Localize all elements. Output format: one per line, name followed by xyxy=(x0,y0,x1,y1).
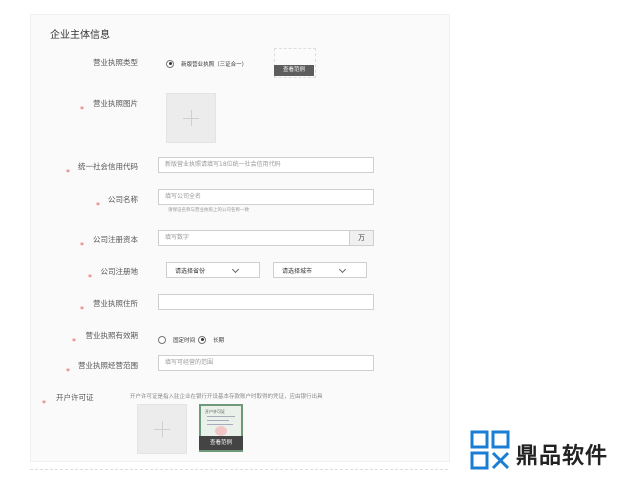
location-label: 公司注册地 xyxy=(100,267,139,276)
chevron-down-icon xyxy=(338,265,347,274)
chevron-down-icon xyxy=(231,265,240,274)
license-image-upload[interactable] xyxy=(166,93,216,143)
doc-line xyxy=(207,424,233,425)
capital-unit: 万 xyxy=(349,230,374,246)
address-label: 营业执照住所 xyxy=(93,299,138,308)
bottom-divider xyxy=(30,469,448,471)
required-star: * xyxy=(42,399,46,408)
province-select-value: 请选择省份 xyxy=(175,268,206,275)
plus-icon xyxy=(154,421,170,437)
company-name-label: 公司名称 xyxy=(108,195,138,204)
validity-fixed-label: 固定时间 xyxy=(173,337,196,344)
plus-icon xyxy=(183,110,199,126)
brand-logo-icon xyxy=(470,430,510,470)
capital-input[interactable]: 填写数字 xyxy=(158,230,350,246)
company-name-input[interactable]: 填写公司全名 xyxy=(158,189,374,205)
permit-doc-title: 开户许可证 xyxy=(205,409,225,414)
doc-line xyxy=(207,420,229,421)
address-input[interactable] xyxy=(158,294,374,310)
license-sample-button[interactable]: 查看范例 xyxy=(274,65,314,76)
validity-long-label: 长期 xyxy=(213,337,225,344)
permit-label: 开户许可证 xyxy=(56,393,94,402)
credit-code-input[interactable]: 新版营业执照请填写18位统一社会信用代码 xyxy=(158,157,374,173)
license-type-radio[interactable]: 新版营业执照（三证合一） xyxy=(166,53,247,72)
validity-long-radio[interactable]: 长期 xyxy=(198,329,224,348)
city-select[interactable]: 请选择城市 xyxy=(273,262,367,278)
capital-label: 公司注册资本 xyxy=(93,235,138,244)
scope-label: 营业执照经营范围 xyxy=(78,361,138,370)
province-select[interactable]: 请选择省份 xyxy=(166,262,260,278)
permit-upload[interactable] xyxy=(137,404,187,454)
validity-label: 营业执照有效期 xyxy=(85,331,139,340)
permit-sample-button[interactable]: 查看范例 xyxy=(199,436,243,450)
doc-line xyxy=(207,416,235,417)
permit-description: 开户许可证是指入驻企业在银行开设基本存款账户时取得的凭证，应由银行出具 xyxy=(130,394,323,400)
credit-code-label: 统一社会信用代码 xyxy=(78,162,138,171)
radio-selected-icon xyxy=(166,59,174,68)
license-type-option: 新版营业执照（三证合一） xyxy=(181,61,248,68)
license-image-label: 营业执照图片 xyxy=(93,99,138,108)
city-select-value: 请选择城市 xyxy=(282,268,313,275)
company-name-hint: 请保证名称与营业执照上的公司名称一致 xyxy=(168,208,249,213)
section-title: 企业主体信息 xyxy=(50,30,110,41)
license-type-label: 营业执照类型 xyxy=(93,58,138,67)
radio-selected-icon xyxy=(198,335,206,344)
scope-input[interactable]: 填写可经营的范围 xyxy=(158,355,374,371)
watermark-text: 鼎品软件 xyxy=(516,444,609,469)
validity-fixed-radio[interactable]: 固定时间 xyxy=(158,329,195,348)
stamp-icon xyxy=(215,426,227,436)
radio-unselected-icon xyxy=(158,335,166,344)
